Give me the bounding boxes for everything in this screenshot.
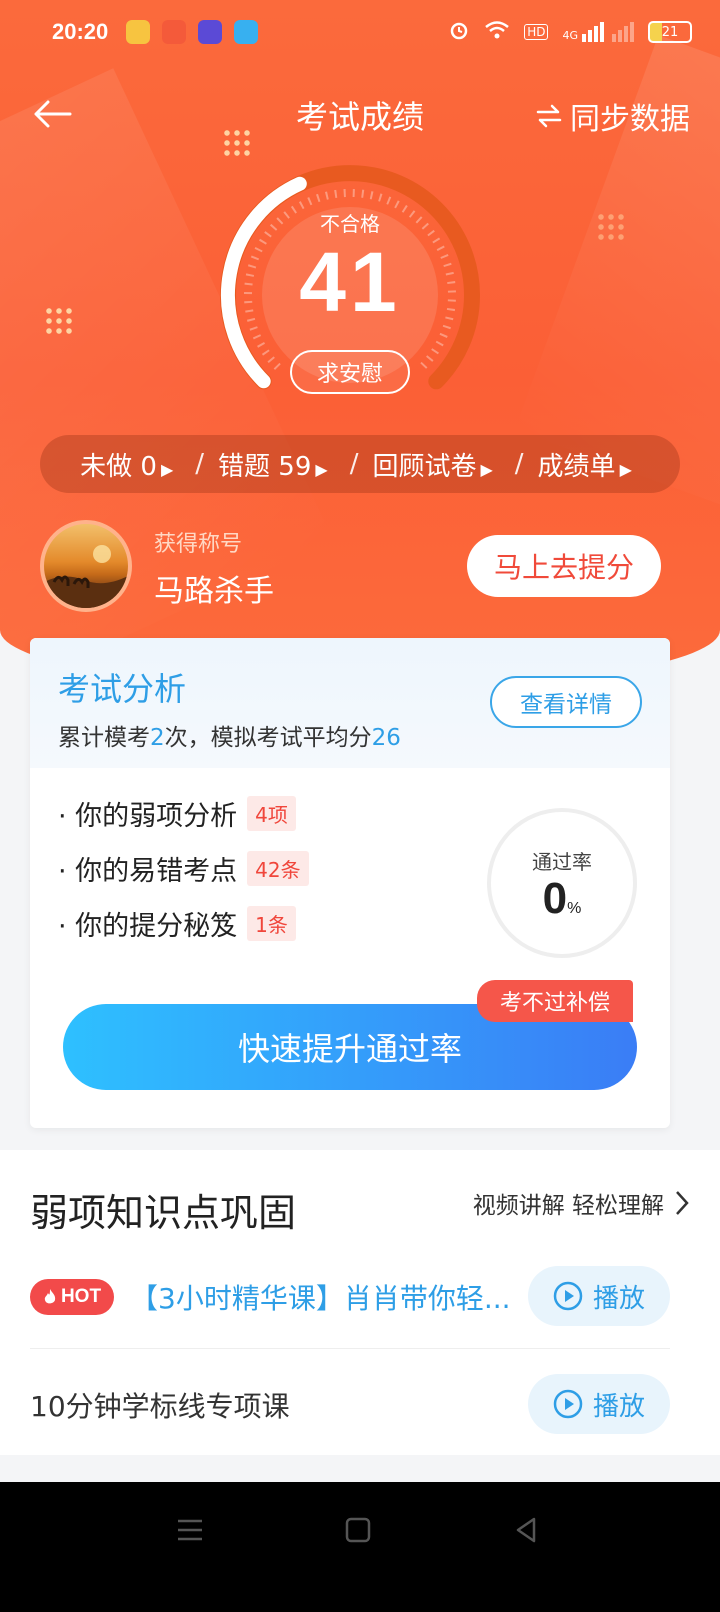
analysis-title: 考试分析 (58, 670, 187, 708)
triangle-right-icon: ▶ (480, 459, 493, 479)
flame-icon (44, 1289, 56, 1304)
battery-icon: 21 (648, 21, 692, 43)
status-bar: 20:20 HD 4G 21 (0, 0, 720, 64)
analysis-card: 考试分析 累计模考2次，模拟考试平均分26 查看详情 · 你的弱项分析 4项 · … (30, 638, 670, 1128)
sync-label: 同步数据 (570, 102, 690, 137)
triangle-right-icon: ▶ (160, 459, 174, 479)
review-paper-link[interactable]: 回顾试卷 ▶ (372, 446, 500, 483)
exam-score: 41 (299, 235, 401, 329)
error-prone-item[interactable]: · 你的易错考点 42条 (58, 841, 309, 896)
play-button[interactable]: 播放 (528, 1266, 670, 1326)
notification-app-icon (234, 20, 259, 44)
analysis-list: · 你的弱项分析 4项 · 你的易错考点 42条 · 你的提分秘笈 1条 (58, 786, 309, 951)
system-nav-bar (0, 1482, 720, 1612)
hd-icon: HD (524, 24, 549, 40)
home-icon[interactable] (340, 1512, 376, 1548)
weak-knowledge-section: 弱项知识点巩固 视频讲解 轻松理解 HOT 【3小时精华课】肖肖带你轻... 播… (0, 1150, 720, 1455)
notification-app-icon (162, 20, 187, 44)
score-gauge: 不合格 41 求安慰 (210, 150, 510, 410)
wrong-questions-link[interactable]: 错题 59 ▶ (218, 446, 336, 483)
back-triangle-icon[interactable] (508, 1512, 544, 1548)
course-row[interactable]: HOT 【3小时精华课】肖肖带你轻... 播放 (30, 1262, 670, 1332)
play-circle-icon (553, 1389, 583, 1419)
alarm-icon (448, 19, 470, 45)
score-report-link[interactable]: 成绩单 ▶ (538, 446, 640, 483)
undone-link[interactable]: 未做 0 ▶ (80, 446, 181, 483)
count-badge: 1条 (247, 906, 296, 941)
analysis-header: 考试分析 累计模考2次，模拟考试平均分26 查看详情 (30, 638, 670, 768)
pass-rate-ring: 通过率 0% (487, 808, 637, 958)
course-title[interactable]: 【3小时精华课】肖肖带你轻... (130, 1277, 510, 1317)
comfort-button[interactable]: 求安慰 (290, 350, 410, 394)
view-details-button[interactable]: 查看详情 (490, 676, 642, 728)
wifi-icon (484, 20, 510, 44)
menu-icon[interactable] (172, 1512, 208, 1548)
count-badge: 4项 (247, 796, 296, 831)
top-nav: 考试成绩 同步数据 (0, 78, 720, 148)
play-circle-icon (553, 1281, 583, 1311)
analysis-summary: 累计模考2次，模拟考试平均分26 (58, 725, 401, 751)
title-value: 马路杀手 (154, 574, 274, 609)
swap-icon (536, 104, 562, 128)
play-button[interactable]: 播放 (528, 1374, 670, 1434)
notification-app-icon (198, 20, 223, 44)
chevron-right-icon (676, 1191, 689, 1215)
count-badge: 42条 (247, 851, 309, 886)
pass-rate-value: 0% (542, 874, 582, 923)
sync-data-button[interactable]: 同步数据 (536, 94, 690, 138)
pass-rate-label: 通过率 (532, 850, 592, 874)
status-time: 20:20 (52, 19, 109, 44)
tips-item[interactable]: · 你的提分秘笈 1条 (58, 896, 309, 951)
course-title[interactable]: 10分钟学标线专项课 (30, 1385, 410, 1425)
section-title: 弱项知识点巩固 (30, 1191, 297, 1235)
video-explain-link[interactable]: 视频讲解 轻松理解 (473, 1186, 690, 1220)
hot-badge: HOT (30, 1279, 114, 1315)
signal-icon: 4G (562, 22, 634, 42)
title-label: 获得称号 (154, 532, 243, 557)
triangle-right-icon: ▶ (315, 459, 328, 479)
notification-app-icon (126, 20, 151, 44)
course-row[interactable]: 10分钟学标线专项课 播放 (30, 1370, 670, 1440)
compensation-badge: 考不过补偿 (477, 980, 633, 1022)
stats-bar: 未做 0 ▶ / 错题 59 ▶ / 回顾试卷 ▶ / 成绩单 ▶ (40, 435, 680, 493)
avatar (40, 520, 132, 612)
weak-analysis-item[interactable]: · 你的弱项分析 4项 (58, 786, 309, 841)
boost-score-button[interactable]: 马上去提分 (467, 535, 661, 597)
triangle-right-icon: ▶ (619, 459, 632, 479)
pass-status-label: 不合格 (320, 212, 380, 236)
divider (30, 1348, 670, 1349)
